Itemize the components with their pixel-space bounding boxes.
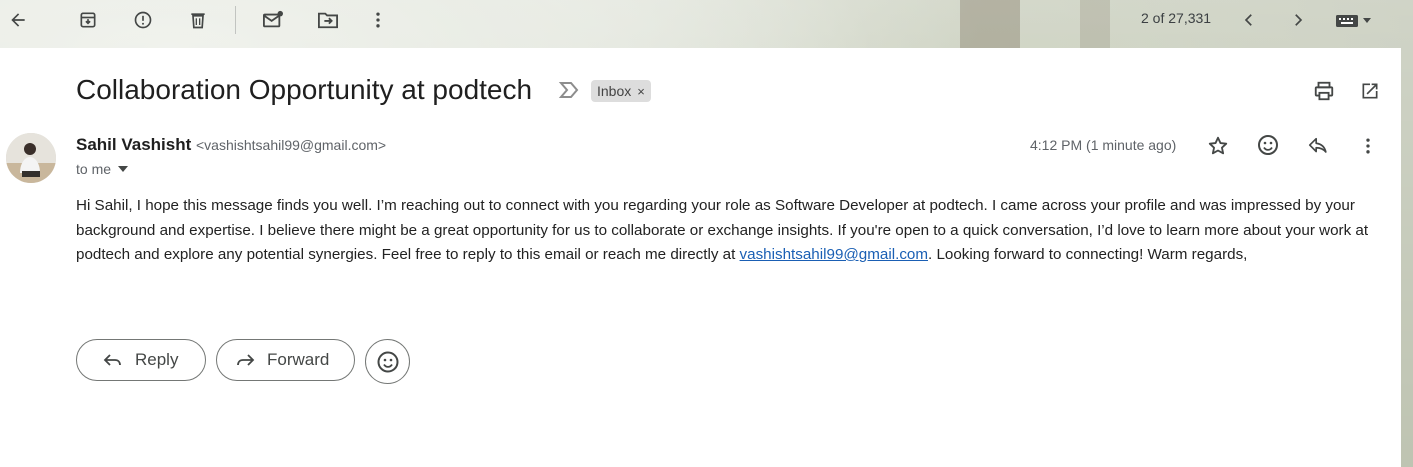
sender-info: Sahil Vashisht <vashishtsahil99@gmail.co…	[76, 135, 386, 155]
chevron-left-icon[interactable]	[1233, 4, 1265, 36]
avatar[interactable]	[6, 133, 56, 183]
recipient-label: to me	[76, 161, 112, 177]
sender-email: <vashishtsahil99@gmail.com>	[196, 137, 387, 153]
label-text: Inbox	[597, 83, 632, 99]
forward-label: Forward	[267, 350, 330, 369]
reply-label: Reply	[135, 350, 179, 369]
report-spam-icon[interactable]	[127, 4, 159, 36]
reply-icon[interactable]	[1304, 132, 1332, 160]
email-view: Collaboration Opportunity at podtech Inb…	[0, 48, 1401, 467]
recipient-details-toggle[interactable]: to me	[76, 161, 129, 177]
message-counter: 2 of 27,331	[1141, 10, 1212, 26]
archive-icon[interactable]	[72, 4, 104, 36]
sender-name[interactable]: Sahil Vashisht	[76, 135, 191, 154]
remove-label-button[interactable]: ×	[637, 84, 645, 99]
toolbar: 2 of 27,331	[0, 0, 1413, 48]
reply-button[interactable]: Reply	[76, 339, 206, 381]
importance-marker-icon[interactable]	[558, 81, 580, 104]
move-to-icon[interactable]	[312, 4, 344, 36]
forward-button[interactable]: Forward	[216, 339, 355, 381]
mark-unread-icon[interactable]	[257, 4, 289, 36]
emoji-reaction-button[interactable]	[365, 339, 410, 384]
add-reaction-icon[interactable]	[1254, 131, 1282, 159]
back-arrow-icon[interactable]	[2, 4, 34, 36]
more-message-options-icon[interactable]	[1354, 132, 1382, 160]
reply-arrow-icon	[103, 352, 123, 368]
email-body: Hi Sahil, I hope this message finds you …	[76, 194, 1386, 268]
more-options-icon[interactable]	[362, 4, 394, 36]
chevron-right-icon[interactable]	[1282, 4, 1314, 36]
star-icon[interactable]	[1204, 132, 1232, 160]
body-text-closing: . Looking forward to connecting! Warm re…	[928, 246, 1248, 263]
smiley-icon	[377, 351, 398, 372]
open-in-new-window-icon[interactable]	[1356, 77, 1384, 105]
caret-down-icon	[118, 166, 129, 172]
inbox-label-chip: Inbox ×	[591, 80, 651, 102]
email-link[interactable]: vashishtsahil99@gmail.com	[740, 246, 928, 263]
print-icon[interactable]	[1310, 77, 1338, 105]
forward-arrow-icon	[235, 352, 255, 368]
toolbar-divider	[235, 6, 236, 34]
email-subject: Collaboration Opportunity at podtech	[76, 74, 533, 105]
delete-icon[interactable]	[182, 4, 214, 36]
email-timestamp: 4:12 PM (1 minute ago)	[1030, 137, 1177, 153]
keyboard-input-icon[interactable]	[1330, 4, 1380, 36]
